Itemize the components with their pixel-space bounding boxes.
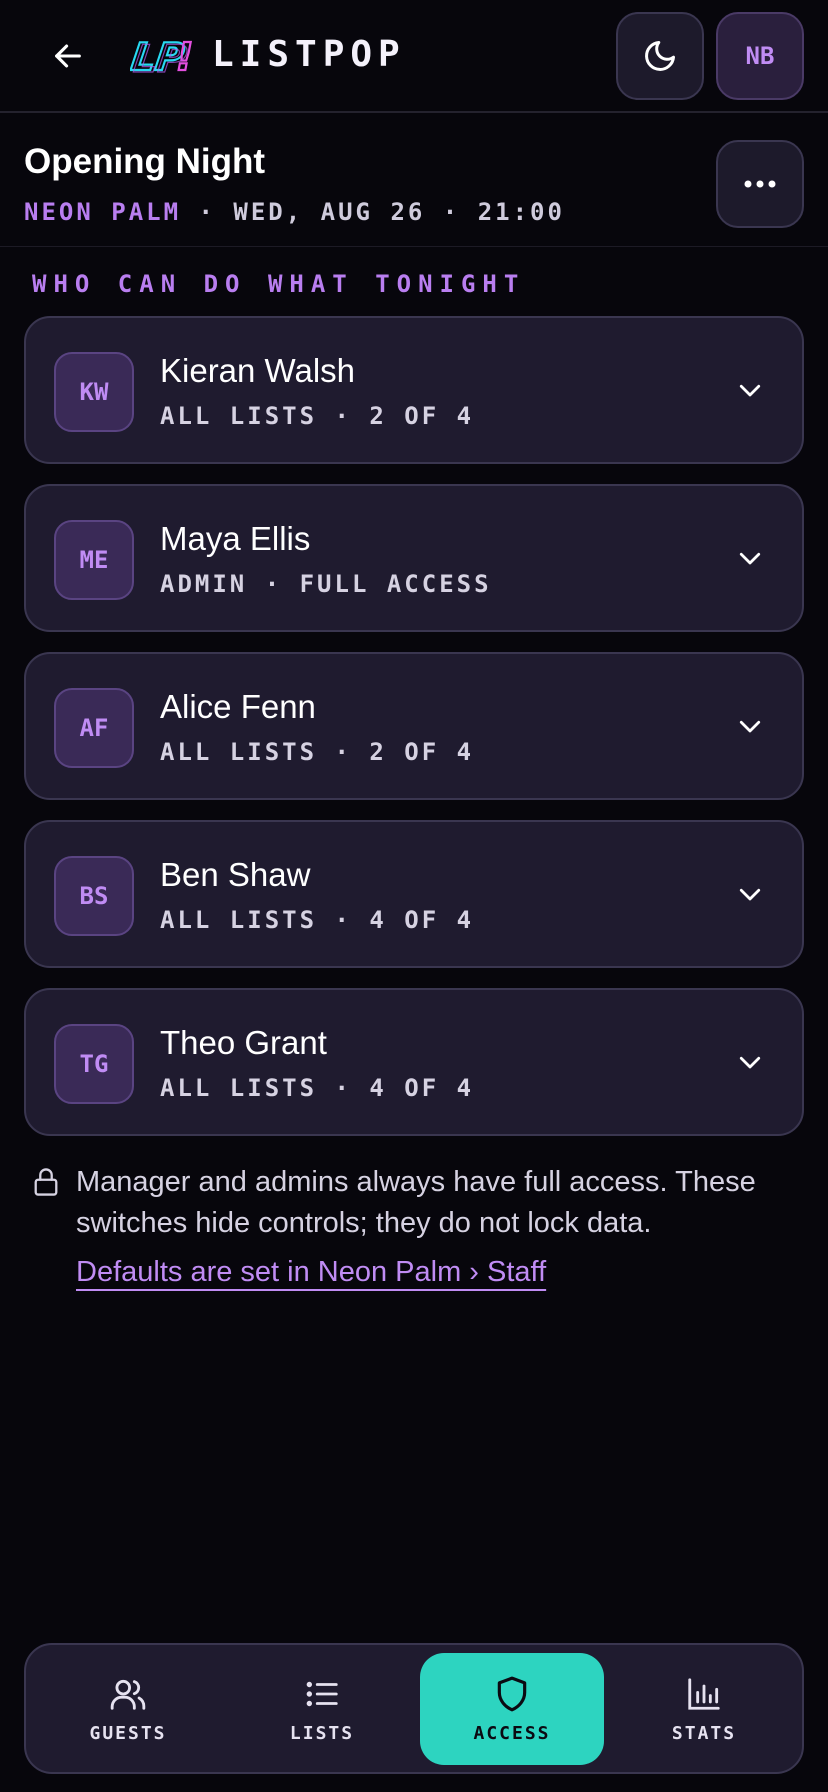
moon-icon [645, 41, 675, 71]
bottom-nav: GUESTS LISTS ACCESS STATS [24, 1643, 804, 1774]
staff-card-maya-ellis[interactable]: ME Maya Ellis ADMIN · FULL ACCESS [24, 484, 804, 632]
nav-stats[interactable]: STATS [612, 1653, 796, 1765]
avatar: AF [54, 688, 134, 768]
staff-access: ALL LISTS · 2 OF 4 [160, 738, 475, 766]
staff-card-alice-fenn[interactable]: AF Alice Fenn ALL LISTS · 2 OF 4 [24, 652, 804, 800]
chevron-down-icon[interactable] [730, 874, 770, 914]
users-icon [110, 1679, 146, 1710]
svg-text:LP: LP [131, 38, 189, 82]
nav-guests[interactable]: GUESTS [36, 1653, 220, 1765]
staff-name: Ben Shaw [160, 856, 311, 893]
nav-label: ACCESS [473, 1722, 551, 1744]
chevron-down-icon[interactable] [730, 538, 770, 578]
staff-access: ALL LISTS · 2 OF 4 [160, 402, 475, 430]
staff-access: ALL LISTS · 4 OF 4 [160, 906, 475, 934]
header-divider [0, 246, 828, 247]
staff-card-theo-grant[interactable]: TG Theo Grant ALL LISTS · 4 OF 4 [24, 988, 804, 1136]
nav-lists[interactable]: LISTS [230, 1653, 414, 1765]
staff-defaults-link[interactable]: Defaults are set in Neon Palm › Staff [76, 1256, 546, 1289]
more-options-button[interactable] [716, 140, 804, 228]
chevron-down-icon[interactable] [730, 706, 770, 746]
chevron-down-icon[interactable] [730, 370, 770, 410]
more-horizontal-icon [744, 180, 776, 188]
shield-icon [497, 1676, 527, 1711]
staff-name: Alice Fenn [160, 688, 316, 725]
chevron-down-icon[interactable] [730, 1042, 770, 1082]
nav-access[interactable]: ACCESS [420, 1653, 604, 1765]
staff-name: Kieran Walsh [160, 352, 356, 389]
nav-label: GUESTS [89, 1722, 167, 1744]
staff-name: Maya Ellis [160, 520, 311, 557]
event-venue: NEON PALM [24, 198, 182, 226]
theme-toggle-button[interactable] [616, 12, 704, 100]
event-schedule: · WED, AUG 26 · 21:00 [198, 198, 565, 226]
user-avatar-button[interactable]: NB [716, 12, 804, 100]
event-meta: NEON PALM · WED, AUG 26 · 21:00 [24, 198, 565, 226]
arrow-left-icon [55, 44, 81, 68]
avatar: BS [54, 856, 134, 936]
staff-card-ben-shaw[interactable]: BS Ben Shaw ALL LISTS · 4 OF 4 [24, 820, 804, 968]
back-button[interactable] [44, 32, 92, 80]
nav-label: LISTS [289, 1722, 355, 1744]
nav-label: STATS [671, 1722, 737, 1744]
avatar: KW [54, 352, 134, 432]
section-title: WHO CAN DO WHAT TONIGHT [32, 270, 526, 298]
lock-icon [34, 1168, 58, 1196]
listpop-logo: LP ! LP [127, 26, 194, 86]
top-bar: LP ! LP LISTPOP NB [0, 0, 828, 113]
staff-name: Theo Grant [160, 1024, 327, 1061]
staff-card-kieran-walsh[interactable]: KW Kieran Walsh ALL LISTS · 2 OF 4 [24, 316, 804, 464]
avatar: TG [54, 1024, 134, 1104]
bar-chart-icon [688, 1677, 720, 1710]
avatar: ME [54, 520, 134, 600]
access-note: Manager and admins always have full acce… [76, 1166, 756, 1239]
staff-access: ADMIN · FULL ACCESS [160, 570, 492, 598]
staff-list: KW Kieran Walsh ALL LISTS · 2 OF 4 ME Ma… [24, 316, 804, 1156]
staff-access: ALL LISTS · 4 OF 4 [160, 1074, 475, 1102]
brand-name: LISTPOP [212, 34, 406, 75]
list-icon [306, 1681, 338, 1706]
event-title: Opening Night [24, 142, 266, 181]
